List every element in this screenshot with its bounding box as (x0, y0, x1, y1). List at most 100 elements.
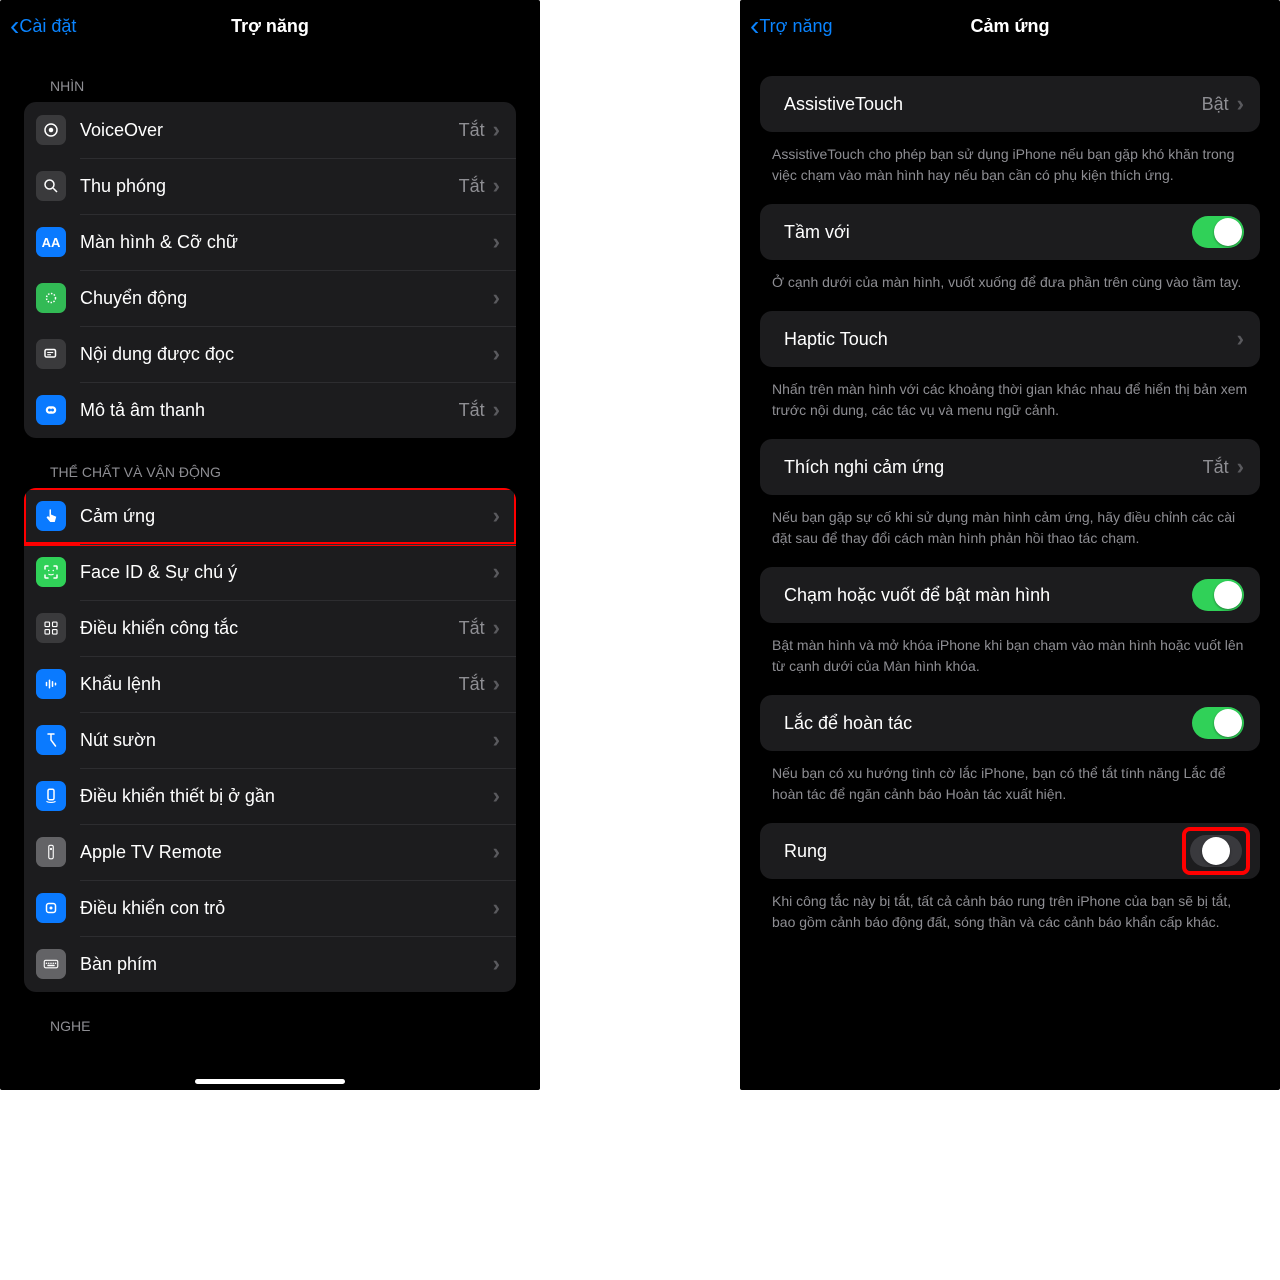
row-label: Rung (784, 841, 1188, 862)
group-assistive: AssistiveTouch Bật › (760, 76, 1260, 132)
row-touch-accommodation[interactable]: Thích nghi cảm ứng Tắt › (760, 439, 1260, 495)
group-accommodation: Thích nghi cảm ứng Tắt › (760, 439, 1260, 495)
navbar: ‹ Trợ năng Cảm ứng (740, 0, 1280, 52)
footer-haptic: Nhấn trên màn hình với các khoảng thời g… (740, 367, 1280, 429)
nearby-control-icon (36, 781, 66, 811)
row-nearby-control[interactable]: Điều khiển thiết bị ở gần › (24, 768, 516, 824)
row-label: Face ID & Sự chú ý (80, 562, 493, 583)
row-value: Bật (1202, 94, 1229, 115)
chevron-right-icon: › (493, 287, 500, 309)
chevron-right-icon: › (493, 561, 500, 583)
row-shake-undo[interactable]: Lắc để hoàn tác (760, 695, 1260, 751)
row-keyboard[interactable]: Bàn phím › (24, 936, 516, 992)
row-vibration[interactable]: Rung (760, 823, 1260, 879)
switch-shake-undo[interactable] (1192, 707, 1244, 739)
row-haptic-touch[interactable]: Haptic Touch › (760, 311, 1260, 367)
audio-description-icon (36, 395, 66, 425)
row-spoken-content[interactable]: Nội dung được đọc › (24, 326, 516, 382)
zoom-icon (36, 171, 66, 201)
pointer-control-icon (36, 893, 66, 923)
row-label: Nội dung được đọc (80, 344, 493, 365)
row-label: Điều khiển thiết bị ở gần (80, 786, 493, 807)
motion-icon (36, 283, 66, 313)
row-switch-control[interactable]: Điều khiển công tắc Tắt › (24, 600, 516, 656)
row-label: VoiceOver (80, 120, 459, 141)
row-faceid[interactable]: Face ID & Sự chú ý › (24, 544, 516, 600)
row-value: Tắt (459, 618, 485, 639)
touch-icon (36, 501, 66, 531)
row-motion[interactable]: Chuyển động › (24, 270, 516, 326)
chevron-right-icon: › (493, 841, 500, 863)
chevron-right-icon: › (493, 673, 500, 695)
highlight-vibration (1188, 833, 1244, 869)
row-display-text[interactable]: AA Màn hình & Cỡ chữ › (24, 214, 516, 270)
row-value: Tắt (459, 674, 485, 695)
row-label: Thu phóng (80, 176, 459, 197)
footer-reach: Ở cạnh dưới của màn hình, vuốt xuống để … (740, 260, 1280, 301)
row-value: Tắt (459, 120, 485, 141)
screen-accessibility: ‹ Cài đặt Trợ năng NHÌN VoiceOver Tắt › (0, 0, 540, 1090)
back-label: Trợ năng (759, 16, 832, 37)
row-label: Điều khiển con trỏ (80, 898, 493, 919)
navbar: ‹ Cài đặt Trợ năng (0, 0, 540, 52)
switch-vibration[interactable] (1190, 835, 1242, 867)
row-value: Tắt (459, 176, 485, 197)
tv-remote-icon (36, 837, 66, 867)
chevron-right-icon: › (1237, 93, 1244, 115)
back-button[interactable]: ‹ Trợ năng (750, 0, 833, 52)
page-title: Cảm ứng (970, 16, 1049, 37)
keyboard-icon (36, 949, 66, 979)
section-header-hearing: NGHE (0, 992, 540, 1042)
group-haptic: Haptic Touch › (760, 311, 1260, 367)
row-label: Bàn phím (80, 954, 493, 975)
chevron-right-icon: › (1237, 456, 1244, 478)
row-value: Tắt (1203, 457, 1229, 478)
row-label: Mô tả âm thanh (80, 400, 459, 421)
row-tap-to-wake[interactable]: Chạm hoặc vuốt để bật màn hình (760, 567, 1260, 623)
row-tv-remote[interactable]: Apple TV Remote › (24, 824, 516, 880)
back-button[interactable]: ‹ Cài đặt (10, 0, 76, 52)
voiceover-icon (36, 115, 66, 145)
chevron-right-icon: › (493, 175, 500, 197)
row-label: Thích nghi cảm ứng (784, 457, 1203, 478)
group-reach: Tầm với (760, 204, 1260, 260)
chevron-right-icon: › (493, 897, 500, 919)
row-reachability[interactable]: Tầm với (760, 204, 1260, 260)
chevron-left-icon: ‹ (750, 12, 759, 40)
row-label: Tầm với (784, 222, 1192, 243)
group-vibration: Rung (760, 823, 1260, 879)
row-pointer-control[interactable]: Điều khiển con trỏ › (24, 880, 516, 936)
chevron-right-icon: › (493, 785, 500, 807)
row-side-button[interactable]: Nút sườn › (24, 712, 516, 768)
chevron-right-icon: › (493, 119, 500, 141)
row-label: Haptic Touch (784, 329, 1237, 350)
spoken-content-icon (36, 339, 66, 369)
row-touch[interactable]: Cảm ứng › (24, 488, 516, 544)
chevron-right-icon: › (493, 617, 500, 639)
home-indicator[interactable] (195, 1079, 345, 1084)
back-label: Cài đặt (19, 16, 76, 37)
chevron-right-icon: › (493, 953, 500, 975)
side-button-icon (36, 725, 66, 755)
section-header-vision: NHÌN (0, 52, 540, 102)
switch-reachability[interactable] (1192, 216, 1244, 248)
chevron-right-icon: › (493, 231, 500, 253)
group-shake: Lắc để hoàn tác (760, 695, 1260, 751)
row-assistivetouch[interactable]: AssistiveTouch Bật › (760, 76, 1260, 132)
row-voiceover[interactable]: VoiceOver Tắt › (24, 102, 516, 158)
footer-shake: Nếu bạn có xu hướng tình cờ lắc iPhone, … (740, 751, 1280, 813)
switch-control-icon (36, 613, 66, 643)
row-label: Chuyển động (80, 288, 493, 309)
row-label: Điều khiển công tắc (80, 618, 459, 639)
display-text-icon: AA (36, 227, 66, 257)
chevron-right-icon: › (493, 343, 500, 365)
faceid-icon (36, 557, 66, 587)
row-label: Cảm ứng (80, 506, 493, 527)
row-audio-description[interactable]: Mô tả âm thanh Tắt › (24, 382, 516, 438)
row-zoom[interactable]: Thu phóng Tắt › (24, 158, 516, 214)
row-voice-control[interactable]: Khẩu lệnh Tắt › (24, 656, 516, 712)
switch-tap-to-wake[interactable] (1192, 579, 1244, 611)
footer-tapwake: Bật màn hình và mở khóa iPhone khi bạn c… (740, 623, 1280, 685)
row-label: Nút sườn (80, 730, 493, 751)
chevron-right-icon: › (1237, 328, 1244, 350)
